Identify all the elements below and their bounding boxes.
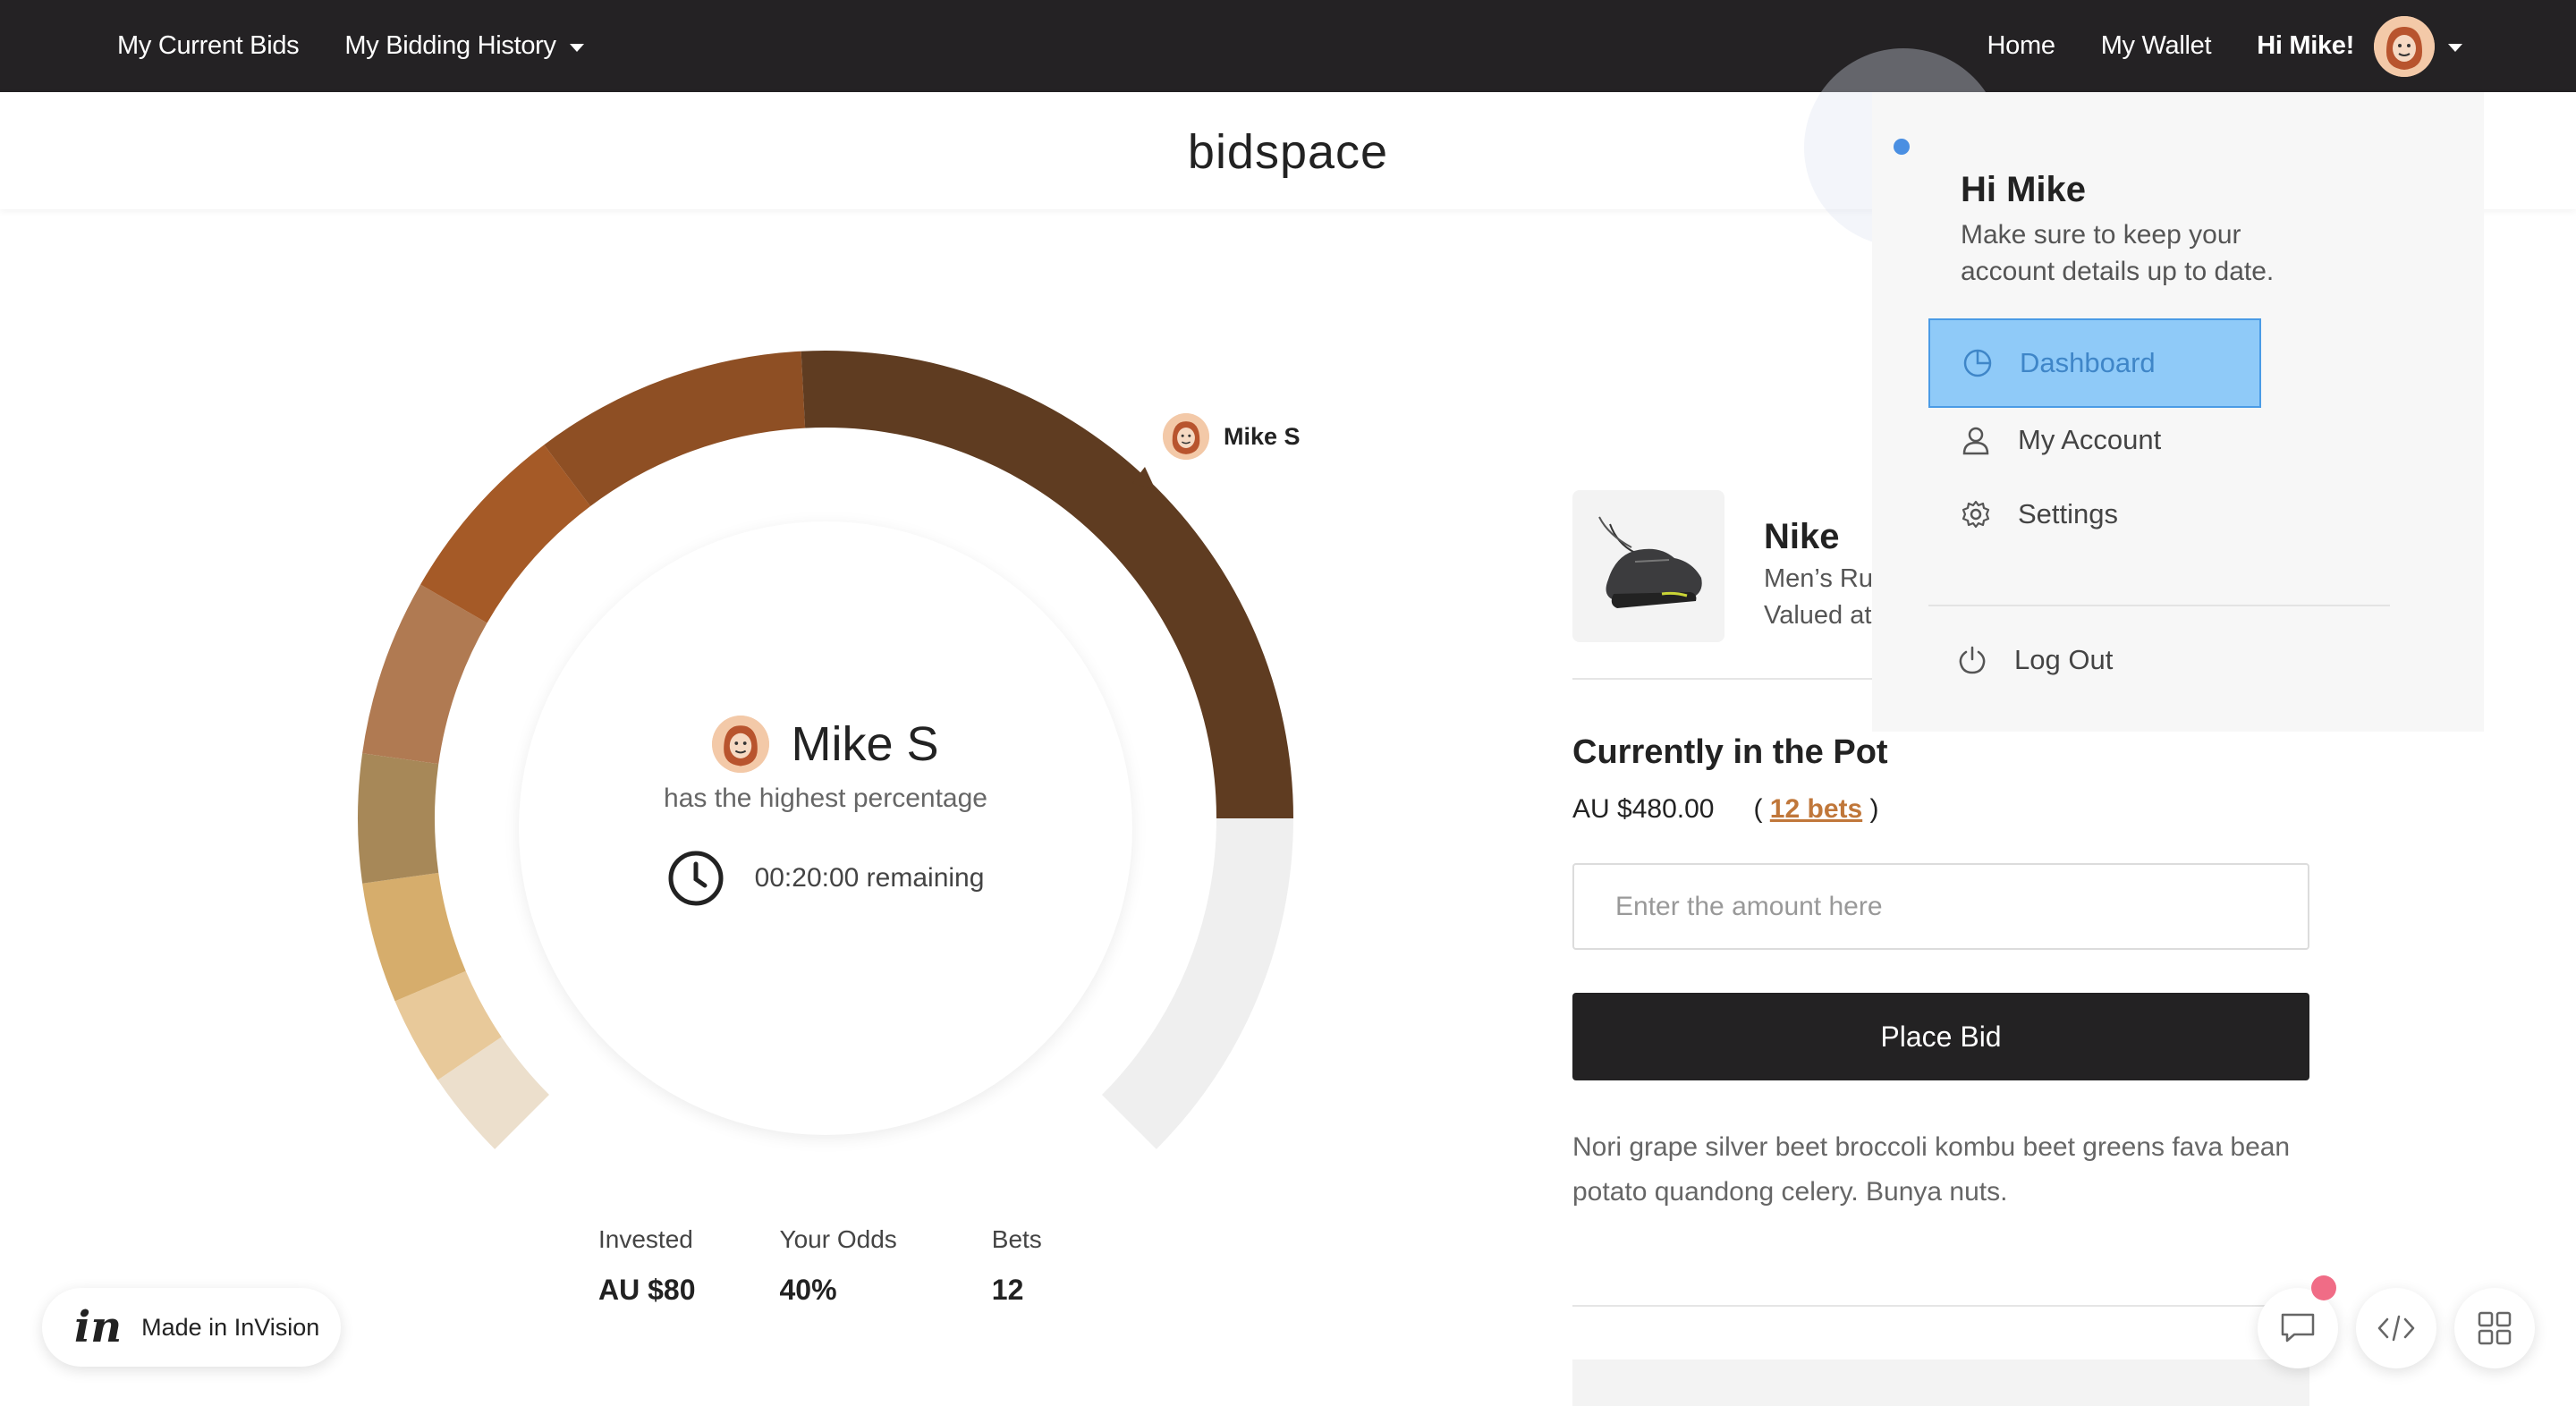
stat-value: 40% bbox=[779, 1274, 837, 1306]
stats-row: Invested AU $80 Your Odds 40% Bets 12 bbox=[598, 1225, 1105, 1307]
nav-home[interactable]: Home bbox=[1987, 31, 2055, 61]
paren-close: ) bbox=[1869, 794, 1879, 824]
place-bid-button[interactable]: Place Bid bbox=[1572, 993, 2309, 1080]
menu-item-label: My Account bbox=[2018, 424, 2162, 455]
pot-amount: AU $480.00 bbox=[1572, 794, 1715, 824]
clock-icon bbox=[668, 851, 724, 906]
top-navbar: My Current Bids My Bidding History Home … bbox=[0, 0, 2576, 92]
grid-icon bbox=[2478, 1311, 2512, 1345]
menu-item-label: Dashboard bbox=[2020, 347, 2156, 378]
gear-icon bbox=[1962, 500, 1990, 529]
bets-link[interactable]: 12 bets bbox=[1770, 794, 1862, 824]
paren-open: ( bbox=[1753, 794, 1763, 824]
pot-bets: ( 12 bets ) bbox=[1753, 794, 1878, 825]
leader-name: Mike S bbox=[791, 717, 939, 771]
stat-label: Your Odds bbox=[779, 1225, 897, 1253]
gauge-segment bbox=[544, 351, 806, 506]
stat-label: Bets bbox=[991, 1225, 1042, 1253]
nav-right: Home My Wallet Hi Mike! bbox=[1942, 0, 2462, 92]
grid-button[interactable] bbox=[2454, 1288, 2535, 1368]
invision-label: Made in InVision bbox=[141, 1313, 320, 1341]
product-title: Nike bbox=[1764, 517, 1840, 556]
product-description: Men’s Ru bbox=[1764, 564, 1873, 593]
dropdown-subtitle: Make sure to keep your account details u… bbox=[1961, 220, 2275, 286]
menu-item-label: Log Out bbox=[2014, 644, 2114, 675]
stat-label: Invested bbox=[598, 1225, 693, 1253]
code-button[interactable] bbox=[2356, 1288, 2436, 1368]
user-icon bbox=[1962, 427, 1989, 455]
avatar-icon bbox=[712, 716, 770, 773]
bottom-panel bbox=[1572, 1359, 2309, 1406]
timer: 00:20:00 remaining bbox=[519, 850, 1132, 907]
menu-item-dashboard[interactable]: Dashboard bbox=[1928, 318, 2261, 408]
avatar-icon bbox=[1163, 413, 1209, 460]
stat-invested: Invested AU $80 bbox=[598, 1225, 696, 1307]
leader-subtitle: has the highest percentage bbox=[664, 783, 987, 813]
pot-title: Currently in the Pot bbox=[1572, 733, 1888, 771]
menu-item-log-out[interactable]: Log Out bbox=[1925, 615, 2258, 705]
stat-your-odds: Your Odds 40% bbox=[780, 1225, 897, 1307]
divider bbox=[1572, 1305, 2311, 1307]
invision-logo: in bbox=[74, 1302, 123, 1352]
nav-my-current-bids[interactable]: My Current Bids bbox=[117, 31, 300, 61]
divider bbox=[1928, 605, 2390, 606]
notification-dot bbox=[2311, 1275, 2336, 1300]
product-info: Nike Men’s Ru Valued at bbox=[1764, 517, 1873, 642]
avatar bbox=[712, 716, 770, 773]
code-icon bbox=[2377, 1315, 2415, 1342]
avatar-icon bbox=[2374, 15, 2435, 77]
avatar bbox=[2374, 15, 2435, 77]
stat-value: 12 bbox=[991, 1274, 1024, 1306]
user-menu-toggle[interactable]: Hi Mike! bbox=[2257, 15, 2462, 77]
product-description-text: Nori grape silver beet broccoli kombu be… bbox=[1572, 1132, 2291, 1207]
nav-my-wallet[interactable]: My Wallet bbox=[2101, 31, 2212, 61]
power-icon bbox=[1959, 646, 1986, 674]
timer-text: 00:20:00 remaining bbox=[754, 863, 985, 893]
nav-my-bidding-history-label: My Bidding History bbox=[344, 31, 556, 60]
nav-home-label: Home bbox=[1987, 31, 2055, 60]
menu-item-label: Settings bbox=[2018, 498, 2119, 529]
avatar bbox=[1163, 413, 1209, 460]
product-image[interactable] bbox=[1572, 490, 1724, 642]
caret-down-icon bbox=[2448, 43, 2462, 52]
dropdown-title: Hi Mike bbox=[1961, 170, 2087, 209]
pot-summary: AU $480.00 ( 12 bets ) bbox=[1572, 794, 1879, 825]
sneaker-icon bbox=[1598, 516, 1702, 608]
comment-icon bbox=[2281, 1313, 2315, 1342]
nav-left: My Current Bids My Bidding History bbox=[117, 0, 630, 92]
menu-item-settings[interactable]: Settings bbox=[1928, 470, 2261, 559]
caret-down-icon bbox=[569, 43, 584, 52]
product-value: Valued at bbox=[1764, 601, 1872, 630]
leader-tag: Mike S bbox=[1163, 413, 1301, 460]
stat-bets: Bets 12 bbox=[992, 1225, 1042, 1307]
user-greeting: Hi Mike! bbox=[2257, 31, 2354, 60]
nav-my-wallet-label: My Wallet bbox=[2100, 31, 2212, 60]
bid-amount-input[interactable] bbox=[1572, 863, 2309, 950]
leader-name-row: Mike S bbox=[519, 716, 1132, 773]
gauge-segment bbox=[358, 753, 439, 884]
stat-value: AU $80 bbox=[598, 1274, 696, 1306]
leader-tag-label: Mike S bbox=[1224, 422, 1301, 450]
gauge-center-info: Mike S has the highest percentage 00:20:… bbox=[519, 716, 1132, 907]
made-in-invision-badge[interactable]: in Made in InVision bbox=[42, 1288, 341, 1367]
product-card: Nike Men’s Ru Valued at bbox=[1572, 490, 1873, 642]
nav-my-bidding-history[interactable]: My Bidding History bbox=[344, 31, 584, 61]
nav-my-current-bids-label: My Current Bids bbox=[117, 31, 300, 60]
status-dot bbox=[1894, 139, 1910, 155]
pie-chart-icon bbox=[1963, 349, 1992, 377]
